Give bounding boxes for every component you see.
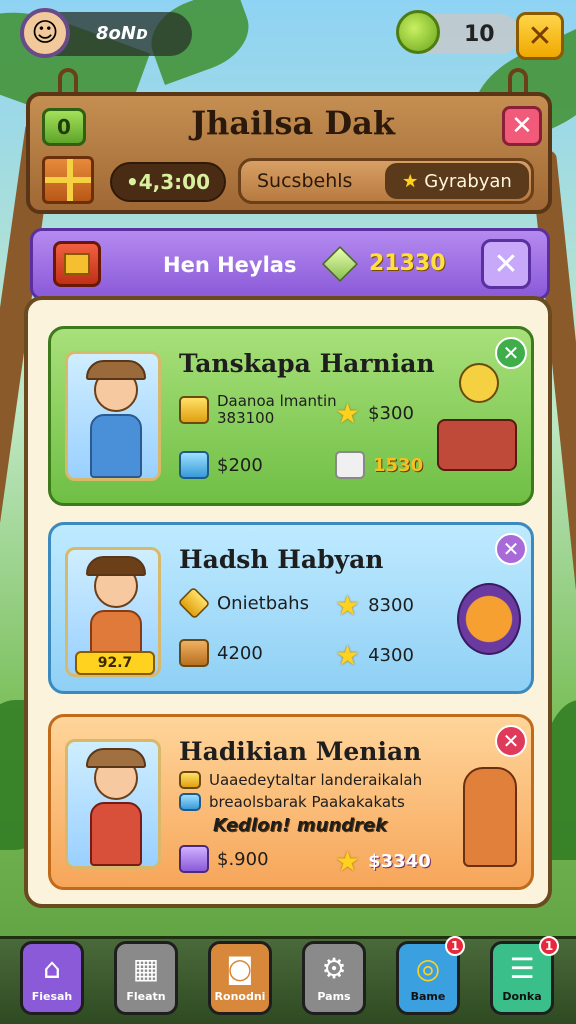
nav-label: Fleatn [126,990,166,1003]
nav-item-ronodni[interactable]: ◙ Ronodni [208,941,272,1015]
crystal-icon [335,451,365,479]
gift-icon[interactable] [42,156,94,204]
offer-name: Hadikian Menian [179,737,422,766]
offer-desc-line-2: breaolsbarak Paakakakats [209,793,405,811]
merchant-icon [463,767,517,867]
close-icon[interactable]: ✕ [495,533,527,565]
gem-counter: •4,3:00 [110,162,226,202]
offer-card-3[interactable]: Hadikian Menian ✕ Uaaedeytaltar landerai… [48,714,534,890]
nav-label: Ronodni [214,990,266,1003]
banner-label: Hen Heylas [163,253,297,277]
banner-close-button[interactable]: ✕ [481,239,531,289]
offers-panel: Tanskapa Harnian ✕ Daanoa lmantin 383100… [24,296,552,908]
star-icon: ★ [335,589,361,622]
mascot-icon [459,363,499,403]
notification-badge: 1 [539,936,559,956]
offer-detail: Daanoa lmantin 383100 [179,393,337,427]
character-portrait [65,739,161,869]
banner-bar: Hen Heylas 21330 ✕ [30,228,550,300]
offer-card-1[interactable]: Tanskapa Harnian ✕ Daanoa lmantin 383100… [48,326,534,506]
coin-icon [396,10,440,54]
character-portrait [65,351,161,481]
offer-description: Uaaedeytaltar landeraikalah [179,771,422,789]
tab-second-label: Gyrabyan [424,170,512,192]
tab-second[interactable]: ★ Gyrabyan [385,163,529,199]
price-row: 4200 [179,639,263,667]
nav-item-fleatn[interactable]: ▦ Fleatn [114,941,178,1015]
nav-label: Donka [502,990,542,1003]
reward-value: $3340 [368,851,431,872]
offer-card-2[interactable]: 92.7 Hadsh Habyan ✕ Onietbahs ★ 8300 420… [48,522,534,694]
close-icon[interactable]: ✕ [495,337,527,369]
star-icon: ★ [402,170,419,192]
close-button[interactable]: ✕ [516,12,564,60]
offer-detail-line: Daanoa lmantin [217,392,337,410]
header-close-button[interactable]: ✕ [502,106,542,146]
reward-value-2: 4300 [368,645,414,666]
nav-item-donka[interactable]: ☰ Donka 1 [490,936,559,1015]
nav-label: Fiesah [31,990,73,1003]
gem-box-icon [179,845,209,873]
gear-icon: ⚙ [321,952,347,985]
ring-icon: ◎ [415,952,441,985]
price-value: $200 [217,454,263,476]
crate-icon [179,639,209,667]
offer-detail-line: Onietbahs [217,592,309,614]
price-value: $.900 [217,848,269,870]
crate-icon: ▦ [132,952,160,985]
reward-row-1: ★ $300 [335,397,414,430]
ticket-icon [179,451,209,479]
reward-row: ★ $3340 [335,845,431,878]
player-value: 8ᴏNᴅ [96,23,149,44]
home-icon: ⌂ [43,952,61,985]
offer-desc-line-1: Uaaedeytaltar landeraikalah [209,771,423,789]
nav-item-bame[interactable]: ◎ Bame 1 [396,936,465,1015]
price-row: $.900 [179,845,269,873]
gold-bar-icon [179,396,209,424]
bag-icon: ◙ [226,952,254,985]
page-title: Jhailsa Dak [191,104,395,142]
star-icon: ★ [335,845,361,878]
diamond-icon [177,586,211,620]
ticket-icon [179,771,201,789]
star-icon: ★ [335,397,361,430]
nav-item-pams[interactable]: ⚙ Pams [302,941,366,1015]
notes-icon: ☰ [509,952,535,985]
bottom-nav: ⌂ Fiesah ▦ Fleatn ◙ Ronodni ⚙ Pams ◎ Bam… [0,936,576,1024]
header-panel: 0 Jhailsa Dak ✕ •4,3:00 Sucsbehls ★ Gyra… [26,92,552,214]
sun-badge-icon [457,583,521,655]
tab-switcher: Sucsbehls ★ Gyrabyan [238,158,534,204]
notification-badge: 1 [445,936,465,956]
nav-label: Pams [317,990,351,1003]
box-icon[interactable] [53,241,101,287]
cart-icon [437,419,517,471]
offer-detail-sub: 383100 [217,409,275,427]
scroll-icon [179,793,201,811]
reward-row-2: 1530 [335,451,423,479]
reward-value-2: 1530 [373,454,424,476]
reward-value: 8300 [368,595,414,616]
star-icon: ★ [335,639,361,672]
price-row: $200 [179,451,263,479]
level-badge: 92.7 [75,651,155,675]
reward-row-2: ★ 4300 [335,639,414,672]
promo-text: Kedlon! mundrek [213,815,388,836]
coin-value: 10 [464,22,495,47]
price-value: 4200 [217,642,263,664]
avatar[interactable]: ☺ [20,8,70,58]
offer-description-2: breaolsbarak Paakakakats [179,793,405,811]
reward-row-1: ★ 8300 [335,589,414,622]
nav-label: Bame [410,990,446,1003]
top-bar: 8ᴏNᴅ ☺ 10 ✕ [0,0,576,70]
offer-name: Hadsh Habyan [179,545,384,574]
offer-detail: Onietbahs [177,586,309,620]
nav-item-fiesah[interactable]: ⌂ Fiesah [20,941,84,1015]
banner-value: 21330 [369,251,446,276]
offer-name: Tanskapa Harnian [179,349,435,378]
level-badge: 0 [42,108,86,146]
reward-value: $300 [368,403,414,424]
close-icon[interactable]: ✕ [495,725,527,757]
tab-first[interactable]: Sucsbehls [257,170,352,192]
gem-icon [321,245,359,283]
